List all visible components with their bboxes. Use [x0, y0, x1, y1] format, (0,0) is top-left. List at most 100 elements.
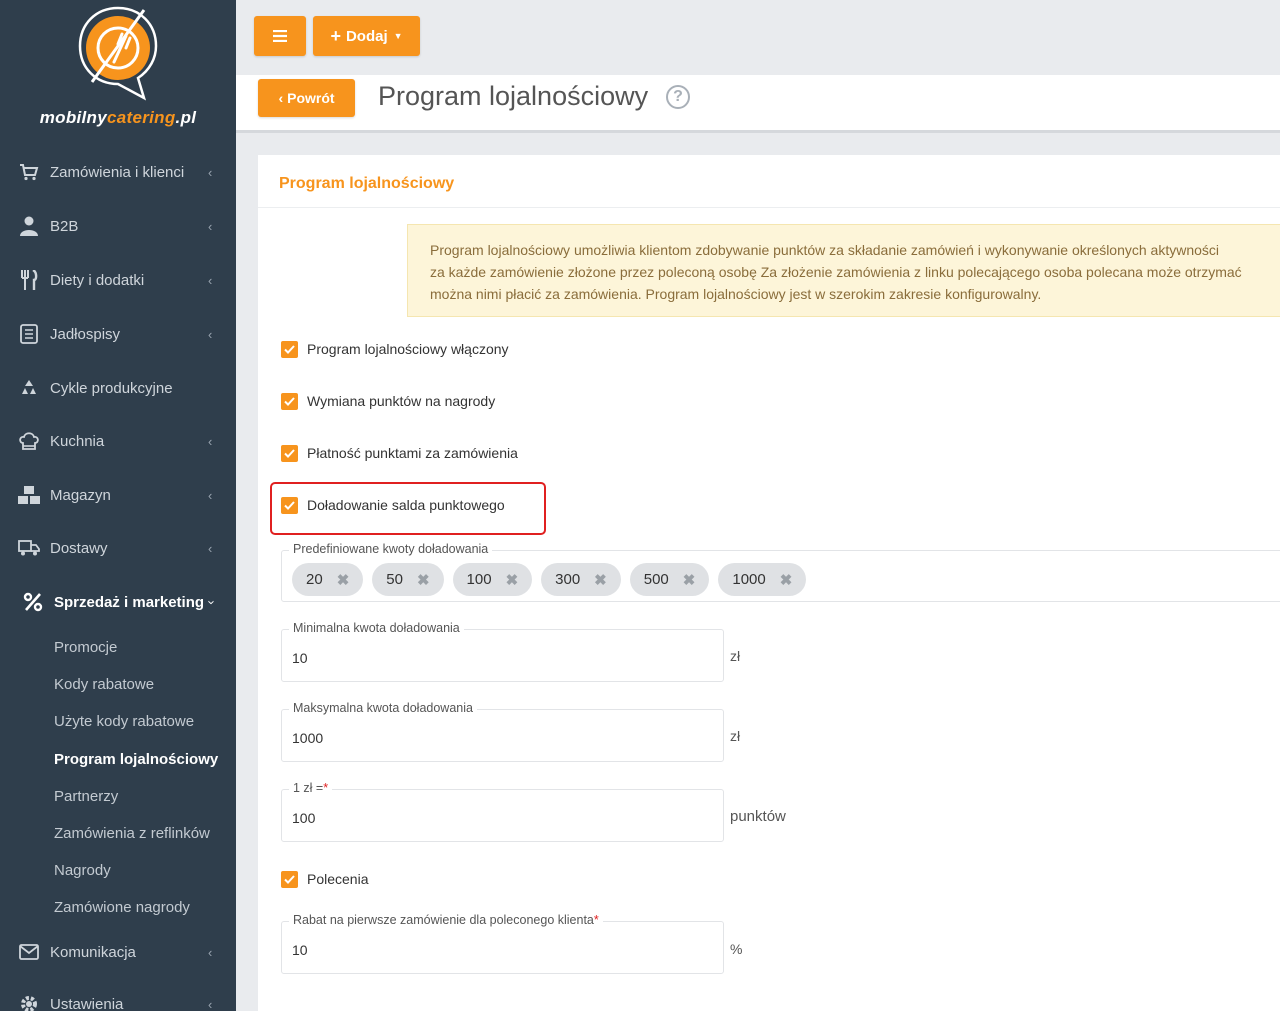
currency-unit: zł — [730, 648, 741, 664]
sidebar-item-deliveries[interactable]: Dostawy ‹ — [0, 530, 236, 566]
sidebar-item-sales-marketing[interactable]: Sprzedaż i marketing ‹ — [0, 584, 236, 620]
checkbox-points-exchange[interactable]: Wymiana punktów na nagrody — [281, 390, 495, 412]
sidebar-subitem-discount-codes[interactable]: Kody rabatowe — [54, 676, 154, 693]
brand-name: mobilnycatering.pl — [39, 108, 197, 127]
predefined-amounts-field[interactable]: Predefiniowane kwoty doładowania 20 ✖ 50 ✖… — [281, 542, 1280, 602]
sidebar-item-label: Zamówienia i klienci — [50, 163, 185, 181]
amount-chip[interactable]: 500 ✖ — [629, 563, 710, 596]
logo[interactable]: mobilnycatering.pl — [0, 0, 236, 140]
checkbox-loyalty-enabled[interactable]: Program lojalnościowy włączony — [281, 338, 509, 360]
checkmark-icon[interactable] — [281, 340, 298, 358]
user-icon — [18, 215, 40, 237]
sidebar-item-diets[interactable]: Diety i dodatki ‹ — [0, 262, 236, 298]
checkbox-label: Płatność punktami za zamówienia — [307, 445, 518, 461]
amount-chip[interactable]: 1000 ✖ — [718, 563, 807, 596]
sidebar-item-orders[interactable]: Zamówienia i klienci ‹ — [0, 154, 236, 190]
divider — [258, 207, 1280, 208]
remove-icon[interactable]: ✖ — [337, 571, 350, 589]
help-icon[interactable]: ? — [666, 85, 690, 109]
referral-discount-input[interactable]: Rabat na pierwsze zamówienie dla polecon… — [281, 913, 724, 974]
points-unit: punktów — [730, 808, 786, 825]
field-value: 10 — [292, 942, 308, 958]
checkmark-icon[interactable] — [281, 392, 298, 410]
remove-icon[interactable]: ✖ — [780, 571, 793, 589]
currency-unit: zł — [730, 728, 741, 744]
info-text-line: za każde zamówienie złożone przez poleco… — [430, 264, 1242, 280]
chip-value: 50 — [386, 571, 403, 588]
page-header: ‹ Powrót Program lojalnościowy ? — [236, 75, 1280, 133]
sidebar-subitem-rewards[interactable]: Nagrody — [54, 862, 111, 879]
sidebar-item-warehouse[interactable]: Magazyn ‹ — [0, 477, 236, 513]
loyalty-settings-card: Program lojalnościowy Program lojalności… — [258, 155, 1280, 1011]
add-button-label: Dodaj — [345, 27, 388, 45]
chef-hat-icon — [18, 430, 40, 452]
chevron-left-icon: ‹ — [208, 272, 213, 288]
chevron-left-icon: ‹ — [208, 164, 213, 180]
amount-chip[interactable]: 20 ✖ — [292, 563, 364, 596]
amount-chip[interactable]: 300 ✖ — [541, 563, 621, 596]
sidebar-item-label: Jadłospisy — [50, 325, 121, 343]
sidebar-item-label: Kuchnia — [50, 432, 105, 450]
sidebar-item-label: Cykle produkcyjne — [50, 379, 173, 397]
field-value: 100 — [292, 810, 316, 826]
checkmark-icon[interactable] — [281, 444, 298, 462]
sidebar-item-label: Magazyn — [50, 486, 111, 504]
field-label: Minimalna kwota doładowania — [289, 621, 464, 635]
chevron-left-icon: ‹ — [208, 218, 213, 234]
sidebar-subitem-partners[interactable]: Partnerzy — [54, 788, 118, 805]
info-text-line: można nimi płacić za zamówienia. Program… — [430, 286, 1042, 302]
info-alert: Program lojalnościowy umożliwia klientom… — [407, 224, 1280, 317]
sidebar-item-kitchen[interactable]: Kuchnia ‹ — [0, 423, 236, 459]
chip-value: 1000 — [732, 571, 766, 588]
sidebar-item-label: Komunikacja — [50, 943, 136, 961]
checkbox-referrals[interactable]: Polecenia — [281, 868, 369, 890]
field-label: Rabat na pierwsze zamówienie dla polecon… — [289, 913, 603, 927]
sidebar: mobilnycatering.pl Zamówienia i klienci … — [0, 0, 236, 1011]
sidebar-subitem-used-codes[interactable]: Użyte kody rabatowe — [54, 713, 194, 730]
sidebar-item-menus[interactable]: Jadłospisy ‹ — [0, 316, 236, 352]
sidebar-item-b2b[interactable]: B2B ‹ — [0, 208, 236, 244]
percent-unit: % — [730, 941, 743, 957]
sidebar-subitem-promotions[interactable]: Promocje — [54, 639, 117, 656]
sidebar-item-settings[interactable]: Ustawienia ‹ — [0, 986, 236, 1011]
sidebar-item-production[interactable]: Cykle produkcyjne — [0, 370, 236, 406]
checkmark-icon[interactable] — [281, 870, 298, 888]
max-topup-input[interactable]: Maksymalna kwota doładowania 1000 — [281, 701, 724, 762]
truck-icon — [18, 537, 40, 559]
remove-icon[interactable]: ✖ — [417, 571, 430, 589]
utensils-icon — [18, 269, 40, 291]
plus-icon: + — [330, 25, 341, 46]
sidebar-subitem-reflink-orders[interactable]: Zamówienia z reflinków — [54, 825, 210, 842]
cart-icon — [18, 161, 40, 183]
min-topup-input[interactable]: Minimalna kwota doładowania 10 — [281, 621, 724, 682]
top-toolbar: + Dodaj ▼ — [236, 0, 1280, 75]
chevron-left-icon: ‹ — [278, 90, 284, 106]
hamburger-menu-button[interactable] — [254, 16, 306, 56]
caret-down-icon: ▼ — [393, 31, 403, 41]
amount-chip[interactable]: 100 ✖ — [452, 563, 533, 596]
sidebar-item-label: B2B — [50, 217, 79, 235]
remove-icon[interactable]: ✖ — [594, 571, 607, 589]
add-dropdown-button[interactable]: + Dodaj ▼ — [313, 16, 420, 56]
checkbox-points-payment[interactable]: Płatność punktami za zamówienia — [281, 442, 518, 464]
sidebar-item-label: Dostawy — [50, 539, 108, 557]
amount-chip[interactable]: 50 ✖ — [372, 563, 444, 596]
remove-icon[interactable]: ✖ — [506, 571, 519, 589]
field-value: 1000 — [292, 730, 324, 746]
field-value: 10 — [292, 650, 308, 666]
amount-chips: 20 ✖ 50 ✖ 100 ✖ 300 ✖ 500 ✖ 1000 ✖ — [292, 563, 815, 596]
remove-icon[interactable]: ✖ — [683, 571, 696, 589]
back-button-label: Powrót — [287, 90, 335, 106]
chip-value: 500 — [643, 571, 669, 588]
field-label: Predefiniowane kwoty doładowania — [289, 542, 493, 556]
chevron-left-icon: ‹ — [208, 944, 213, 960]
checkbox-balance-topup[interactable]: Doładowanie salda punktowego — [281, 494, 505, 516]
points-rate-input[interactable]: 1 zł =* 100 — [281, 781, 724, 842]
sidebar-subitem-ordered-rewards[interactable]: Zamówione nagrody — [54, 899, 190, 916]
sidebar-item-communication[interactable]: Komunikacja ‹ — [0, 934, 236, 970]
logo-icon — [78, 6, 158, 101]
sidebar-subitem-loyalty-program[interactable]: Program lojalnościowy — [54, 751, 218, 768]
chevron-down-icon: ‹ — [202, 599, 218, 605]
checkmark-icon[interactable] — [281, 496, 298, 514]
back-button[interactable]: ‹ Powrót — [258, 79, 355, 117]
